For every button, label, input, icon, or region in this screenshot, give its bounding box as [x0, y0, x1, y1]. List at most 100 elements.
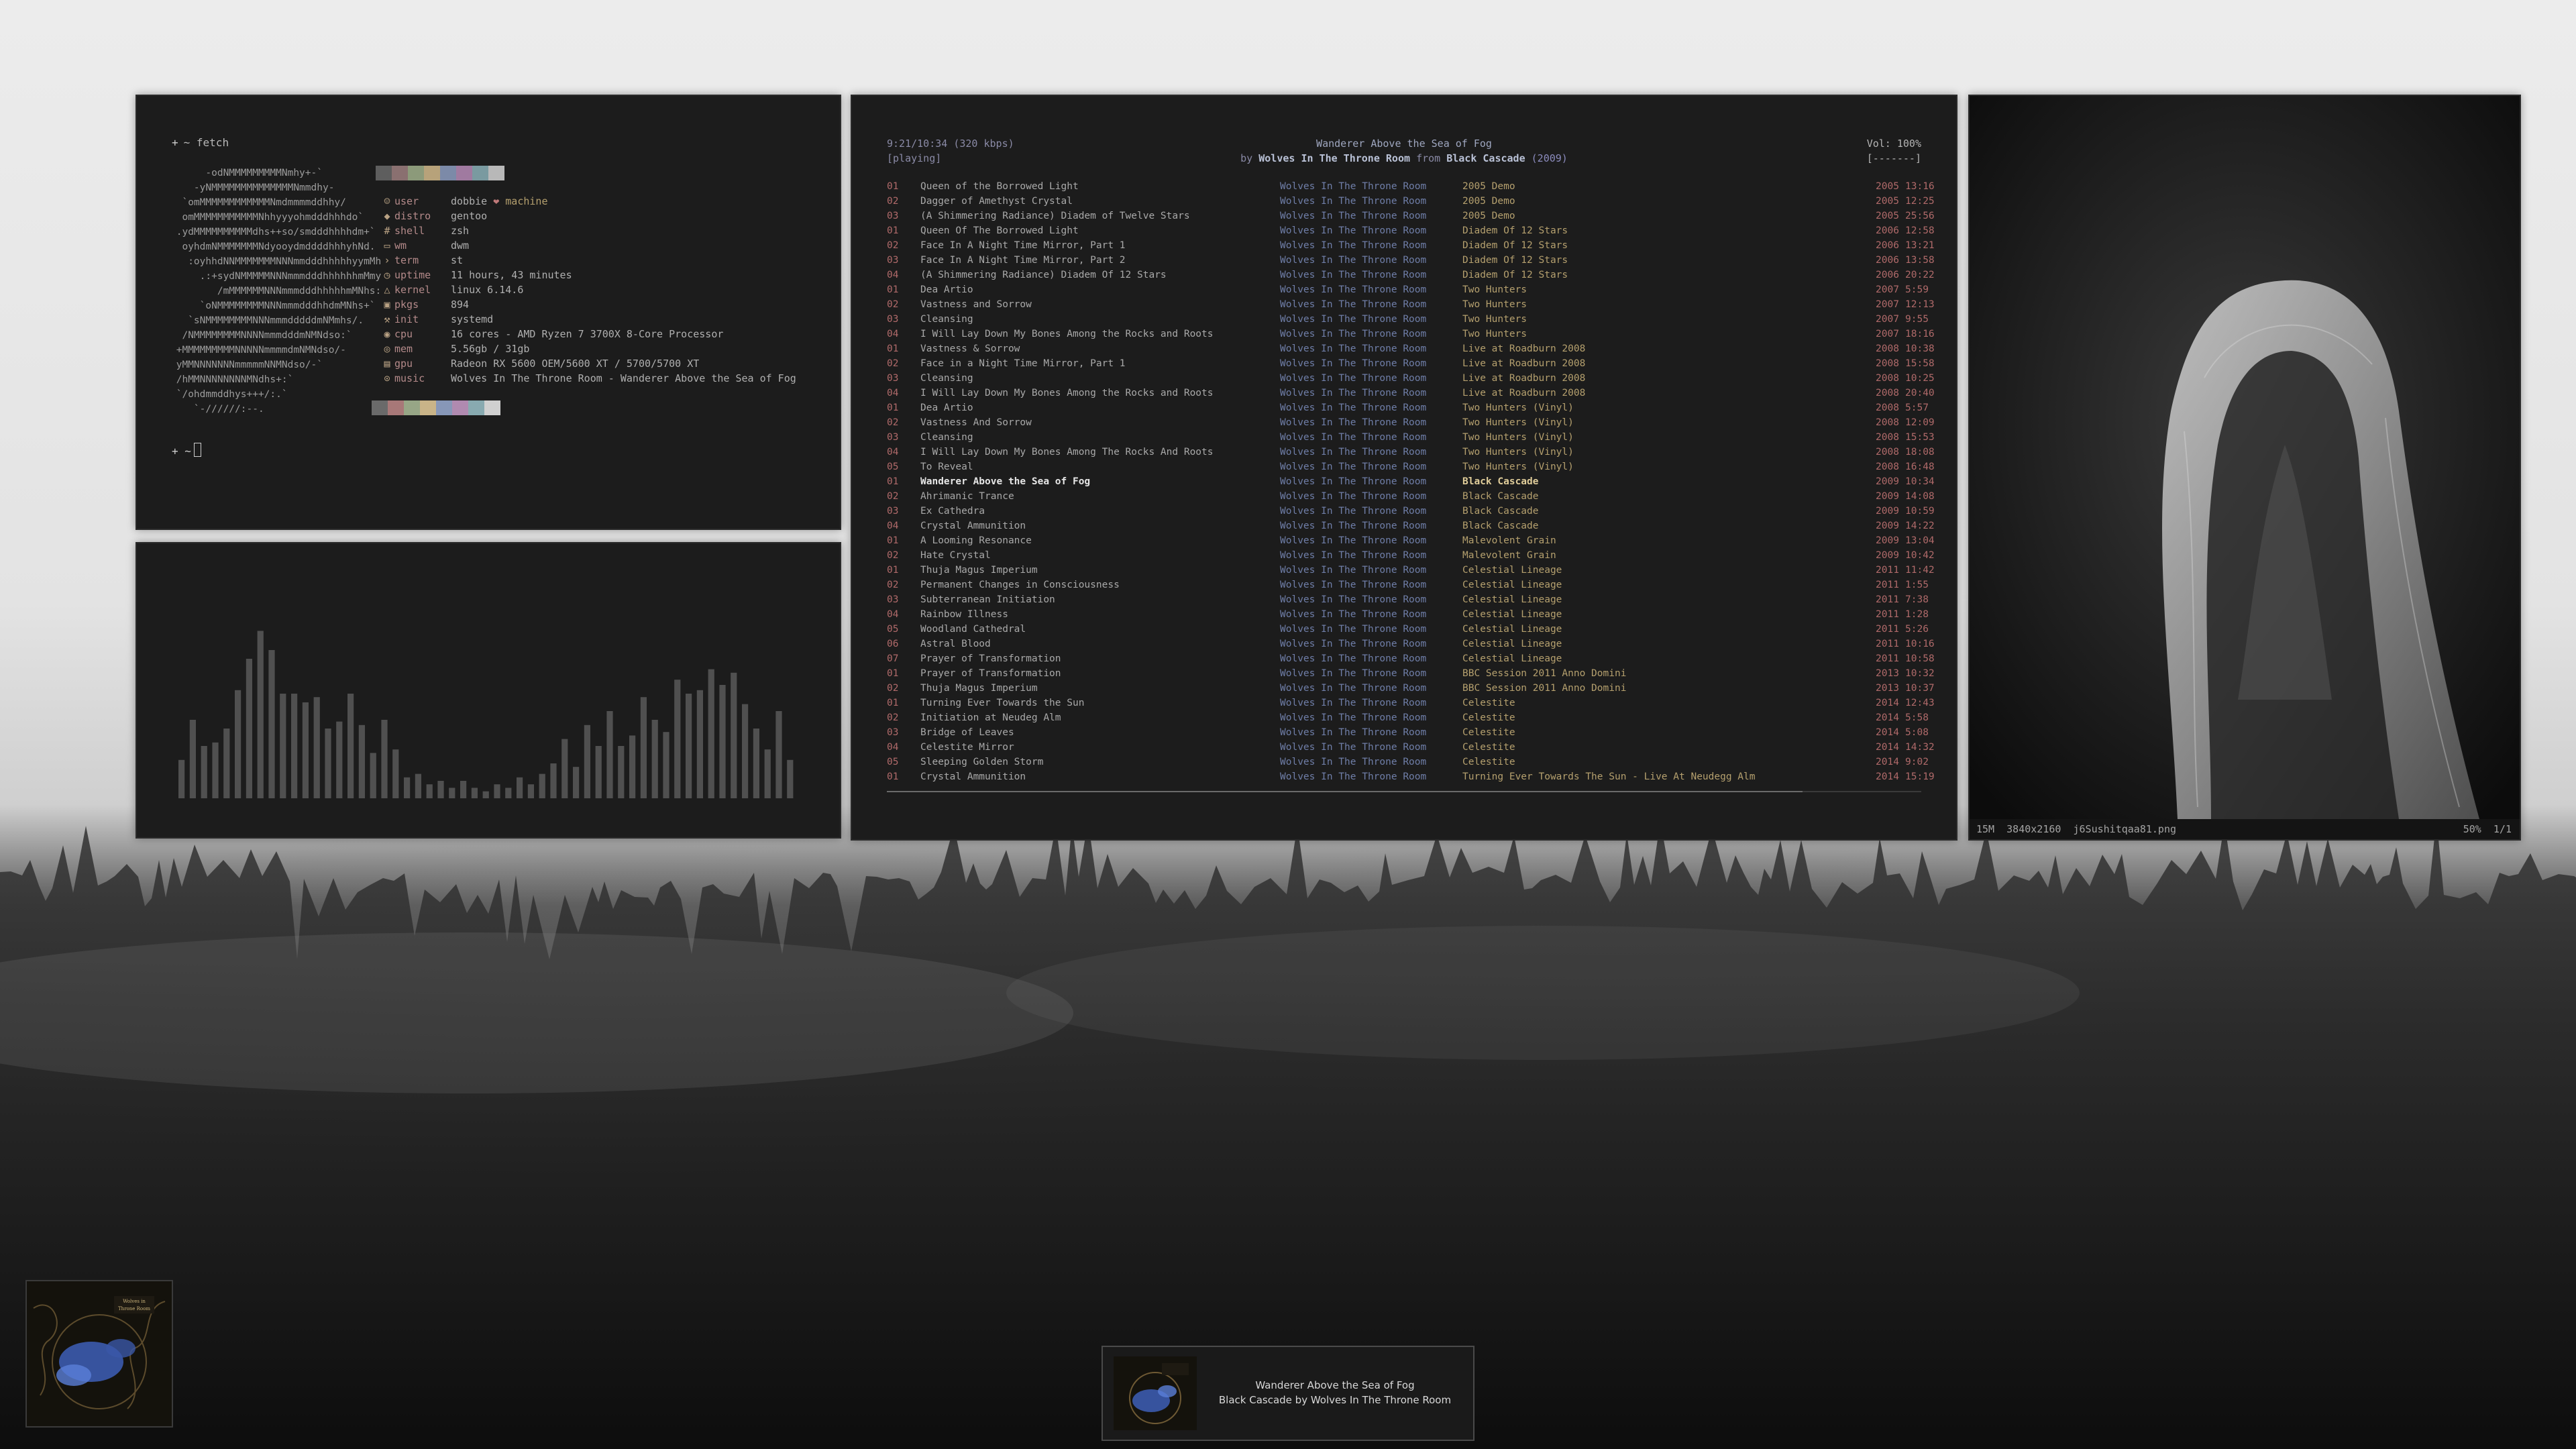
playlist-row[interactable]: 01 Queen Of The Borrowed Light Wolves In T…: [887, 225, 1935, 240]
info-row-kernel: △ kernel linux 6.14.6: [380, 282, 796, 297]
playlist-row[interactable]: 02 Face in a Night Time Mirror, Part 1 Wol…: [887, 358, 1935, 373]
playlist-row[interactable]: 01 Crystal Ammunition Wolves In The Throne…: [887, 771, 1935, 786]
track-album: Celestite: [1462, 698, 1515, 708]
playlist-row-current[interactable]: 01 Wanderer Above the Sea of Fog Wolves In…: [887, 476, 1935, 491]
visualizer-bar: [764, 749, 771, 798]
volume-status[interactable]: Vol: 100% [-------]: [1867, 136, 1921, 166]
playlist-row[interactable]: 02 Thuja Magus Imperium Wolves In The Thro…: [887, 683, 1935, 698]
visualizer-bar: [471, 788, 478, 798]
track-album: Diadem Of 12 Stars: [1462, 225, 1568, 236]
playlist-row[interactable]: 03 Cleansing Wolves In The Throne Room Two …: [887, 432, 1935, 447]
playlist-row[interactable]: 03 Cleansing Wolves In The Throne Room Live…: [887, 373, 1935, 388]
fetch-terminal-window[interactable]: + ~ fetch -odNMMMMMMMMMNmhy+-` -yNMMMMMMM…: [136, 95, 841, 530]
playlist-row[interactable]: 03 Cleansing Wolves In The Throne Room Two …: [887, 314, 1929, 329]
track-album: Celestite: [1462, 742, 1515, 753]
playlist-row[interactable]: 01 Vastness & Sorrow Wolves In The Throne …: [887, 343, 1935, 358]
playlist-row[interactable]: 02 Vastness and Sorrow Wolves In The Thron…: [887, 299, 1935, 314]
playlist-row[interactable]: 01 Dea Artio Wolves In The Throne Room Two …: [887, 284, 1929, 299]
image-viewer-window[interactable]: 15M 3840x2160 j6Sushitqaa81.png 50% 1/1: [1968, 95, 2521, 841]
seek-bar[interactable]: [887, 791, 1921, 792]
info-row-music: ⊙ music Wolves In The Throne Room - Wand…: [380, 371, 796, 386]
now-playing-notification[interactable]: Wanderer Above the Sea of Fog Black Casc…: [1102, 1346, 1474, 1441]
playlist-row[interactable]: 02 Vastness And Sorrow Wolves In The Thron…: [887, 417, 1935, 432]
kernel-icon: △: [384, 284, 390, 296]
track-year: 2013: [1876, 683, 1899, 694]
track-year: 2008: [1876, 388, 1899, 398]
track-title: A Looming Resonance: [920, 535, 1032, 546]
track-year: 2006: [1876, 270, 1899, 280]
playlist-row[interactable]: 01 Dea Artio Wolves In The Throne Room Two …: [887, 402, 1929, 417]
playlist-row[interactable]: 01 Turning Ever Towards the Sun Wolves In …: [887, 698, 1935, 712]
playlist-row[interactable]: 05 Sleeping Golden Storm Wolves In The Thr…: [887, 757, 1929, 771]
track-number: 03: [887, 594, 899, 605]
track-title: Subterranean Initiation: [920, 594, 1055, 605]
track-artist: Wolves In The Throne Room: [1280, 742, 1427, 753]
prompt-symbol: +: [172, 136, 178, 149]
visualizer-bar: [606, 711, 613, 798]
prompt-line-active[interactable]: + ~: [172, 443, 201, 458]
track-year: 2008: [1876, 447, 1899, 458]
playlist-row[interactable]: 03 Ex Cathedra Wolves In The Throne Room Bl…: [887, 506, 1935, 521]
info-key-term: term: [394, 254, 419, 266]
track-title: Queen Of The Borrowed Light: [920, 225, 1079, 236]
track-year: 2011: [1876, 594, 1899, 605]
playlist-row[interactable]: 01 Thuja Magus Imperium Wolves In The Thro…: [887, 565, 1935, 580]
playlist-row[interactable]: 04 (A Shimmering Radiance) Diadem Of 12 S…: [887, 270, 1935, 284]
playlist-row[interactable]: 01 Prayer of Transformation Wolves In The …: [887, 668, 1935, 683]
track-number: 02: [887, 240, 899, 251]
playlist-row[interactable]: 02 Ahrimanic Trance Wolves In The Throne R…: [887, 491, 1935, 506]
playlist-row[interactable]: 04 Rainbow Illness Wolves In The Throne Ro…: [887, 609, 1929, 624]
track-artist: Wolves In The Throne Room: [1280, 432, 1427, 443]
memory-icon: ◎: [384, 343, 390, 355]
playlist-row[interactable]: 02 Permanent Changes in Consciousness Wolv…: [887, 580, 1929, 594]
playlist-row[interactable]: 06 Astral Blood Wolves In The Throne Room C…: [887, 639, 1935, 653]
visualizer-bar: [742, 704, 749, 798]
audio-visualizer-window[interactable]: [136, 542, 841, 839]
volume-bar[interactable]: [-------]: [1867, 152, 1921, 164]
playlist-row[interactable]: 04 Crystal Ammunition Wolves In The Throne…: [887, 521, 1935, 535]
track-title: Astral Blood: [920, 639, 991, 649]
track-title: Thuja Magus Imperium: [920, 565, 1038, 576]
viewer-status-bar: 15M 3840x2160 j6Sushitqaa81.png 50% 1/1: [1970, 819, 2520, 839]
playlist-row[interactable]: 02 Initiation at Neudeg Alm Wolves In The …: [887, 712, 1929, 727]
track-number: 03: [887, 432, 899, 443]
playlist-row[interactable]: 03 (A Shimmering Radiance) Diadem of Twel…: [887, 211, 1935, 225]
playlist-row[interactable]: 03 Subterranean Initiation Wolves In The T…: [887, 594, 1929, 609]
track-year: 2006: [1876, 240, 1899, 251]
playlist-row[interactable]: 02 Dagger of Amethyst Crystal Wolves In Th…: [887, 196, 1935, 211]
track-number: 01: [887, 181, 899, 192]
playlist-row[interactable]: 05 Woodland Cathedral Wolves In The Throne…: [887, 624, 1929, 639]
track-artist: Wolves In The Throne Room: [1280, 594, 1427, 605]
playlist-row[interactable]: 02 Face In A Night Time Mirror, Part 1 Wol…: [887, 240, 1935, 255]
album-cover-widget[interactable]: Wolves in Throne Room: [25, 1280, 173, 1428]
track-album: Celestial Lineage: [1462, 624, 1562, 635]
playlist-row[interactable]: 03 Face In A Night Time Mirror, Part 2 Wol…: [887, 255, 1935, 270]
playlist-row[interactable]: 04 I Will Lay Down My Bones Among the Roc…: [887, 388, 1935, 402]
track-duration: 10:38: [1905, 343, 1935, 354]
playlist-row[interactable]: 04 Celestite Mirror Wolves In The Throne R…: [887, 742, 1935, 757]
playlist-row[interactable]: 04 I Will Lay Down My Bones Among The Roc…: [887, 447, 1935, 462]
playlist[interactable]: 01 Queen of the Borrowed Light Wolves In T…: [887, 181, 1935, 786]
track-album: Celestite: [1462, 727, 1515, 738]
track-number: 02: [887, 417, 899, 428]
track-year: 2006: [1876, 255, 1899, 266]
track-duration: 15:53: [1905, 432, 1935, 443]
track-year: 2007: [1876, 314, 1899, 325]
track-title: Cleansing: [920, 432, 973, 443]
track-year: 2011: [1876, 639, 1899, 649]
track-duration: 14:32: [1905, 742, 1935, 753]
track-year: 2014: [1876, 757, 1899, 767]
playlist-row[interactable]: 03 Bridge of Leaves Wolves In The Throne R…: [887, 727, 1929, 742]
music-player-window[interactable]: 9:21/10:34 (320 kbps) [playing] Wanderer…: [851, 95, 1957, 841]
playlist-row[interactable]: 02 Hate Crystal Wolves In The Throne Room M…: [887, 550, 1935, 565]
visualizer-bar: [246, 659, 252, 798]
visualizer-bar: [505, 788, 512, 798]
track-artist: Wolves In The Throne Room: [1280, 668, 1427, 679]
playlist-row[interactable]: 07 Prayer of Transformation Wolves In The …: [887, 653, 1935, 668]
playlist-row[interactable]: 05 To Reveal Wolves In The Throne Room Two …: [887, 462, 1935, 476]
track-artist: Wolves In The Throne Room: [1280, 771, 1427, 782]
playlist-row[interactable]: 01 Queen of the Borrowed Light Wolves In T…: [887, 181, 1935, 196]
track-duration: 12:43: [1905, 698, 1935, 708]
playlist-row[interactable]: 04 I Will Lay Down My Bones Among the Roc…: [887, 329, 1935, 343]
playlist-row[interactable]: 01 A Looming Resonance Wolves In The Thron…: [887, 535, 1935, 550]
